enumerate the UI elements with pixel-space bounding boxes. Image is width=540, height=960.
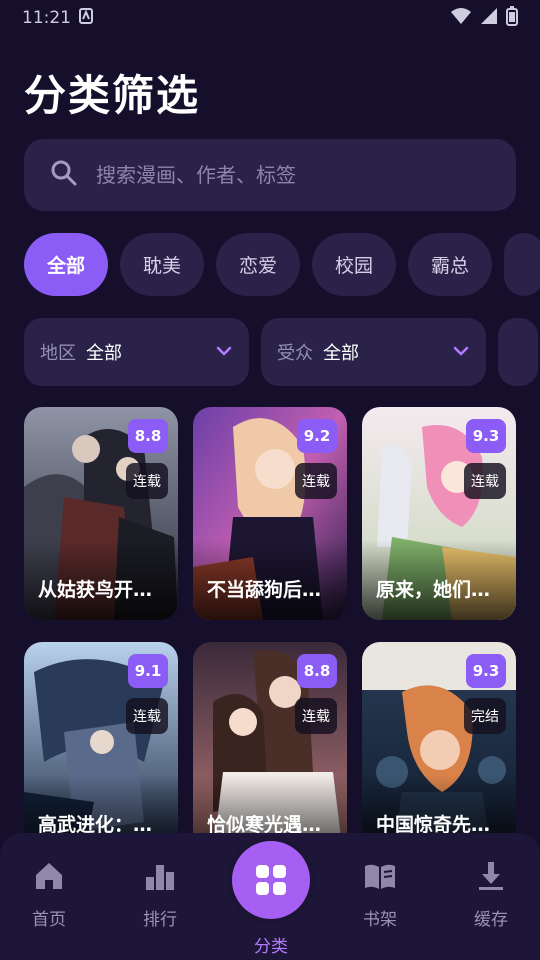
filter-audience[interactable]: 受众 全部 [261,318,486,386]
status-left: 11:21 [22,7,93,29]
nav-ranking-label: 排行 [143,910,177,930]
status-badge: 连载 [464,463,506,499]
comic-card[interactable]: 9.3 完结 中国惊奇先… [362,642,516,855]
chip-more[interactable] [504,233,540,296]
comic-card[interactable]: 8.8 连载 从姑获鸟开… [24,407,178,620]
filter-row: 地区 全部 受众 全部 [24,318,540,386]
status-bar: 11:21 [0,0,540,36]
filter-audience-value: 全部 [323,343,359,364]
nav-downloads-label: 缓存 [474,910,508,930]
nav-category-label: 分类 [254,937,288,957]
score-badge: 8.8 [297,654,337,688]
grid-icon [256,865,286,895]
comic-title: 不当舔狗后… [207,579,322,601]
nav-home-label: 首页 [32,910,66,930]
status-badge: 连载 [126,698,168,734]
nav-downloads[interactable]: 缓存 [456,859,526,930]
status-badge: 完结 [464,698,506,734]
comic-grid: 8.8 连载 从姑获鸟开… 9.2 连载 不当舔狗后… 9.3 连载 原来，她们… [24,407,516,855]
comic-card[interactable]: 9.3 连载 原来，她们… [362,407,516,620]
chip-danmei[interactable]: 耽美 [120,233,204,296]
search-bar[interactable] [24,139,516,211]
status-badge: 连载 [126,463,168,499]
book-icon [365,864,395,889]
status-badge: 连载 [295,698,337,734]
notification-icon [79,7,93,29]
score-badge: 9.3 [466,654,506,688]
nav-ranking[interactable]: 排行 [125,859,195,930]
status-badge: 连载 [295,463,337,499]
category-chips: 全部 耽美 恋爱 校园 霸总 [24,233,540,297]
chip-all[interactable]: 全部 [24,233,108,296]
chip-campus[interactable]: 校园 [312,233,396,296]
download-icon [479,862,503,890]
signal-icon [480,7,498,30]
score-badge: 9.2 [297,419,337,453]
comic-title: 从姑获鸟开… [38,579,153,601]
nav-bookshelf-label: 书架 [363,910,397,930]
nav-home[interactable]: 首页 [14,859,84,930]
bottom-nav: 首页 排行 分类 书架 缓存 [0,833,540,960]
page-title: 分类筛选 [24,71,201,120]
comic-card[interactable]: 9.1 连载 高武进化：… [24,642,178,855]
chip-romance[interactable]: 恋爱 [216,233,300,296]
filter-region-value: 全部 [86,343,122,364]
search-icon [50,159,78,191]
battery-icon [506,5,518,31]
filter-more[interactable] [498,318,538,386]
wifi-icon [450,7,472,30]
status-right [450,5,518,31]
nav-bookshelf[interactable]: 书架 [345,859,415,930]
filter-audience-label: 受众 [277,343,313,364]
comic-card[interactable]: 8.8 连载 恰似寒光遇… [193,642,347,855]
filter-region[interactable]: 地区 全部 [24,318,249,386]
chevron-down-icon [453,346,469,356]
nav-category[interactable] [232,841,310,919]
status-time: 11:21 [22,8,71,28]
comic-card[interactable]: 9.2 连载 不当舔狗后… [193,407,347,620]
chevron-down-icon [216,346,232,356]
filter-region-label: 地区 [40,343,76,364]
comic-title: 原来，她们… [376,579,491,601]
bar-chart-icon [146,865,174,890]
score-badge: 9.1 [128,654,168,688]
score-badge: 9.3 [466,419,506,453]
home-icon [36,863,62,889]
score-badge: 8.8 [128,419,168,453]
chip-ceo[interactable]: 霸总 [408,233,492,296]
search-input[interactable] [96,163,476,187]
